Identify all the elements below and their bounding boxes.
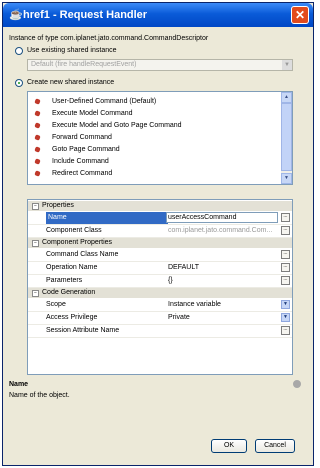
bean-icon <box>34 98 41 105</box>
description-panel: Name Name of the object. <box>9 379 307 419</box>
property-row-access-privilege[interactable]: Access Privilege Private ▼ <box>28 312 292 325</box>
chevron-down-icon[interactable]: ▼ <box>281 313 290 322</box>
close-button[interactable]: ✕ <box>291 6 309 24</box>
list-item[interactable]: Execute Model and Goto Page Command <box>28 121 282 133</box>
property-row-session-attribute-name[interactable]: Session Attribute Name ... <box>28 325 292 338</box>
chevron-down-icon: ▼ <box>282 60 292 70</box>
bean-icon <box>34 122 41 129</box>
ellipsis-button[interactable]: ... <box>281 276 290 285</box>
bean-icon <box>34 146 41 153</box>
name-field[interactable]: userAccessCommand <box>166 212 278 223</box>
list-item[interactable]: User-Defined Command (Default) <box>28 97 282 109</box>
bean-icon <box>34 134 41 141</box>
property-row-scope[interactable]: Scope Instance variable ▼ <box>28 299 292 312</box>
collapse-icon[interactable]: − <box>32 240 39 247</box>
ellipsis-button[interactable]: ... <box>281 226 290 235</box>
bean-icon <box>34 110 41 117</box>
use-existing-radio[interactable] <box>15 47 23 55</box>
property-row-operation-name[interactable]: Operation Name DEFAULT ... <box>28 262 292 275</box>
property-row-command-class-name[interactable]: Command Class Name ... <box>28 249 292 262</box>
chevron-down-icon[interactable]: ▼ <box>281 300 290 309</box>
create-new-label: Create new shared instance <box>27 79 115 86</box>
list-item[interactable]: Goto Page Command <box>28 145 282 157</box>
collapse-icon[interactable]: − <box>32 203 39 210</box>
list-item[interactable]: Execute Model Command <box>28 109 282 121</box>
instance-type-label: Instance of type com.iplanet.jato.comman… <box>9 35 209 42</box>
section-properties[interactable]: − Properties <box>28 201 292 211</box>
section-component-properties[interactable]: − Component Properties <box>28 238 292 248</box>
list-item[interactable]: Include Command <box>28 157 282 169</box>
existing-instance-combo[interactable]: Default (fire handleRequestEvent) ▼ <box>27 59 293 71</box>
create-new-radio[interactable] <box>15 79 23 87</box>
scroll-thumb[interactable] <box>281 103 292 171</box>
use-existing-label: Use existing shared instance <box>27 47 117 54</box>
request-handler-dialog: ☕ href1 - Request Handler ✕ Instance of … <box>2 2 314 466</box>
property-row-component-class[interactable]: Component Class com.iplanet.jato.command… <box>28 225 292 238</box>
property-row-name[interactable]: Name userAccessCommand ... <box>28 212 292 225</box>
property-row-parameters[interactable]: Parameters {} ... <box>28 275 292 288</box>
bean-icon <box>34 158 41 165</box>
info-icon <box>293 380 301 388</box>
combo-value: Default (fire handleRequestEvent) <box>31 61 137 68</box>
collapse-icon[interactable]: − <box>32 290 39 297</box>
scroll-up-button[interactable]: ▲ <box>281 92 292 103</box>
list-item[interactable]: Redirect Command <box>28 169 282 181</box>
cancel-button[interactable]: Cancel <box>255 439 295 453</box>
description-title: Name <box>9 381 29 388</box>
ellipsis-button[interactable]: ... <box>281 213 290 222</box>
command-type-list[interactable]: User-Defined Command (Default) Execute M… <box>27 91 293 185</box>
ellipsis-button[interactable]: ... <box>281 250 290 259</box>
section-code-generation[interactable]: − Code Generation <box>28 288 292 298</box>
description-text: Name of the object. <box>9 392 70 399</box>
property-sheet: − Properties Name userAccessCommand ... … <box>27 199 293 375</box>
bean-icon <box>34 170 41 177</box>
title-bar: ☕ href1 - Request Handler ✕ <box>3 3 313 27</box>
list-item[interactable]: Forward Command <box>28 133 282 145</box>
bean-icon: ☕ <box>9 9 23 21</box>
ok-button[interactable]: OK <box>211 439 247 453</box>
ellipsis-button[interactable]: ... <box>281 263 290 272</box>
window-title: href1 - Request Handler <box>23 9 148 21</box>
scroll-down-button[interactable]: ▼ <box>281 173 292 184</box>
ellipsis-button[interactable]: ... <box>281 326 290 335</box>
list-scrollbar[interactable]: ▲ ▼ <box>281 92 292 184</box>
